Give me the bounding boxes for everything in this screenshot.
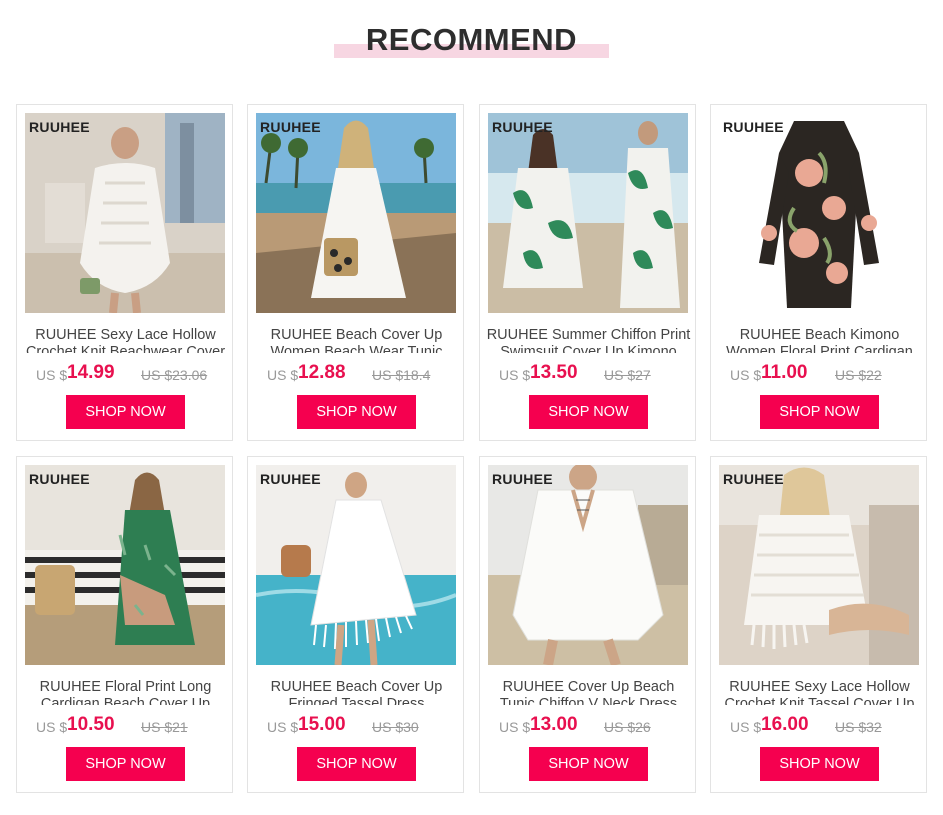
section-title: RECOMMEND bbox=[365, 22, 578, 57]
product-card[interactable]: RUUHEE RUUHEE Summer Chiffon Print Swims… bbox=[479, 104, 696, 441]
brand-label: RUUHEE bbox=[260, 471, 321, 487]
product-card[interactable]: RUUHEE RUUHEE Beach Cover Up Women Beach… bbox=[247, 104, 464, 441]
brand-label: RUUHEE bbox=[492, 471, 553, 487]
brand-label: RUUHEE bbox=[723, 119, 784, 135]
original-price: US $21 bbox=[141, 719, 188, 735]
product-name[interactable]: RUUHEE Beach Cover Up Women Beach Wear T… bbox=[254, 327, 459, 353]
product-image[interactable]: RUUHEE bbox=[25, 465, 225, 665]
price-row: US $ 13.50 US $27 bbox=[480, 362, 697, 385]
shop-now-button[interactable]: SHOP NOW bbox=[760, 395, 879, 429]
product-photo-crochet-tassel bbox=[719, 465, 919, 665]
original-price: US $32 bbox=[835, 719, 882, 735]
section-header: RECOMMEND bbox=[0, 0, 943, 90]
original-price: US $26 bbox=[604, 719, 651, 735]
price-row: US $ 15.00 US $30 bbox=[248, 714, 465, 737]
sale-price: 14.99 bbox=[67, 362, 115, 383]
brand-label: RUUHEE bbox=[29, 119, 90, 135]
product-card[interactable]: RUUHEE RUUHEE Cover Up Beach Tunic Chiff… bbox=[479, 456, 696, 793]
product-image[interactable]: RUUHEE bbox=[488, 113, 688, 313]
sale-price: 10.50 bbox=[67, 714, 115, 735]
price-row: US $ 14.99 US $23.06 bbox=[17, 362, 234, 385]
product-image[interactable]: RUUHEE bbox=[719, 465, 919, 665]
price-row: US $ 10.50 US $21 bbox=[17, 714, 234, 737]
price-row: US $ 16.00 US $32 bbox=[711, 714, 928, 737]
product-photo-beach-cover-up bbox=[256, 113, 456, 313]
product-photo-tassel-dress bbox=[256, 465, 456, 665]
original-price: US $27 bbox=[604, 367, 651, 383]
product-name[interactable]: RUUHEE Sexy Lace Hollow Crochet Knit Tas… bbox=[717, 679, 922, 705]
product-name[interactable]: RUUHEE Cover Up Beach Tunic Chiffon V Ne… bbox=[486, 679, 691, 705]
currency-label: US $ bbox=[730, 367, 762, 383]
product-name[interactable]: RUUHEE Beach Cover Up Fringed Tassel Dre… bbox=[254, 679, 459, 705]
product-name[interactable]: RUUHEE Floral Print Long Cardigan Beach … bbox=[23, 679, 228, 705]
price-row: US $ 12.88 US $18.4 bbox=[248, 362, 465, 385]
shop-now-button[interactable]: SHOP NOW bbox=[297, 747, 416, 781]
product-name[interactable]: RUUHEE Beach Kimono Women Floral Print C… bbox=[717, 327, 922, 353]
product-image[interactable]: RUUHEE bbox=[256, 465, 456, 665]
product-grid: RUUHEE RUUHEE Sexy Lace Hollow Crochet K… bbox=[16, 104, 928, 794]
product-photo-lace-cover-up bbox=[25, 113, 225, 313]
product-photo-floral-kimono bbox=[719, 113, 919, 313]
sale-price: 15.00 bbox=[298, 714, 346, 735]
original-price: US $23.06 bbox=[141, 367, 208, 383]
original-price: US $18.4 bbox=[372, 367, 431, 383]
sale-price: 12.88 bbox=[298, 362, 346, 383]
brand-label: RUUHEE bbox=[29, 471, 90, 487]
product-image[interactable]: RUUHEE bbox=[256, 113, 456, 313]
sale-price: 13.00 bbox=[530, 714, 578, 735]
currency-label: US $ bbox=[499, 367, 531, 383]
currency-label: US $ bbox=[36, 367, 68, 383]
product-card[interactable]: RUUHEE RUUHEE Beach Cover Up Fringed Tas… bbox=[247, 456, 464, 793]
brand-label: RUUHEE bbox=[723, 471, 784, 487]
sale-price: 16.00 bbox=[761, 714, 809, 735]
currency-label: US $ bbox=[267, 719, 299, 735]
currency-label: US $ bbox=[730, 719, 762, 735]
shop-now-button[interactable]: SHOP NOW bbox=[760, 747, 879, 781]
product-name[interactable]: RUUHEE Sexy Lace Hollow Crochet Knit Bea… bbox=[23, 327, 228, 353]
currency-label: US $ bbox=[267, 367, 299, 383]
original-price: US $30 bbox=[372, 719, 419, 735]
currency-label: US $ bbox=[499, 719, 531, 735]
shop-now-button[interactable]: SHOP NOW bbox=[297, 395, 416, 429]
shop-now-button[interactable]: SHOP NOW bbox=[529, 747, 648, 781]
brand-label: RUUHEE bbox=[492, 119, 553, 135]
product-card[interactable]: RUUHEE RUUHEE Sexy Lace Hollow Crochet K… bbox=[16, 104, 233, 441]
product-photo-chiffon-tunic bbox=[488, 465, 688, 665]
shop-now-button[interactable]: SHOP NOW bbox=[529, 395, 648, 429]
product-name[interactable]: RUUHEE Summer Chiffon Print Swimsuit Cov… bbox=[486, 327, 691, 353]
sale-price: 13.50 bbox=[530, 362, 578, 383]
product-image[interactable]: RUUHEE bbox=[719, 113, 919, 313]
product-image[interactable]: RUUHEE bbox=[488, 465, 688, 665]
sale-price: 11.00 bbox=[761, 362, 808, 383]
price-row: US $ 13.00 US $26 bbox=[480, 714, 697, 737]
shop-now-button[interactable]: SHOP NOW bbox=[66, 747, 185, 781]
price-row: US $ 11.00 US $22 bbox=[711, 362, 928, 385]
product-image[interactable]: RUUHEE bbox=[25, 113, 225, 313]
product-photo-chiffon-kimono bbox=[488, 113, 688, 313]
product-card[interactable]: RUUHEE RUUHEE Floral Print Long Cardigan… bbox=[16, 456, 233, 793]
original-price: US $22 bbox=[835, 367, 882, 383]
product-photo-green-floral-cardigan bbox=[25, 465, 225, 665]
brand-label: RUUHEE bbox=[260, 119, 321, 135]
product-card[interactable]: RUUHEE RUUHEE Beach Kimono Women Floral … bbox=[710, 104, 927, 441]
shop-now-button[interactable]: SHOP NOW bbox=[66, 395, 185, 429]
currency-label: US $ bbox=[36, 719, 68, 735]
product-card[interactable]: RUUHEE RUUHEE Sexy Lace Hollow Crochet K… bbox=[710, 456, 927, 793]
